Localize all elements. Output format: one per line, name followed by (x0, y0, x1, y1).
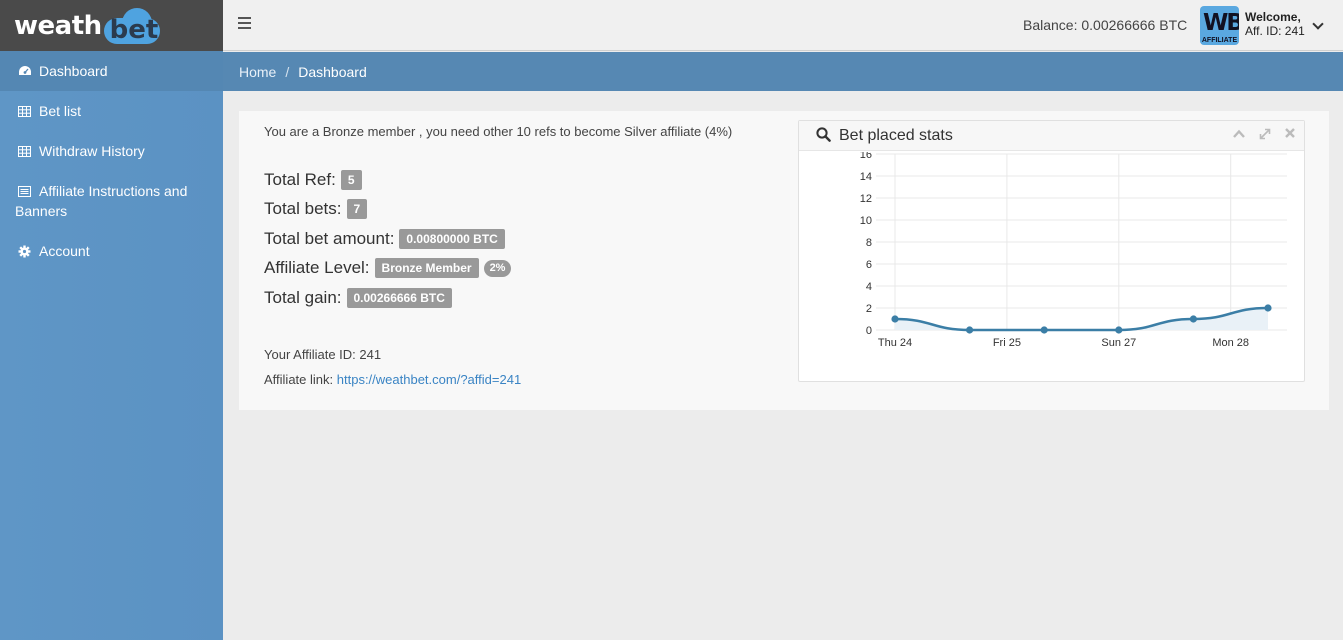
y-tick-label: 16 (860, 152, 872, 161)
y-tick-label: 12 (860, 193, 872, 205)
stat-total-bet-amount: Total bet amount: 0.00800000 BTC (264, 229, 505, 249)
total-ref-badge: 5 (340, 170, 362, 190)
list-icon (15, 181, 39, 201)
chevron-down-icon[interactable] (1312, 18, 1324, 30)
sidebar: weath bet Dashboard Bet list Withdraw Hi… (0, 0, 223, 640)
bet-stats-widget: Bet placed stats 0 2 4 6 8 10 12 14 16 Thu 24 Fri … (798, 120, 1305, 382)
y-tick-label: 14 (860, 171, 872, 183)
sidebar-item-label: Bet list (39, 103, 82, 119)
breadcrumb-home[interactable]: Home (239, 64, 276, 80)
stat-total-gain: Total gain: 0.00266666 BTC (264, 288, 452, 308)
affiliate-level-badge: Bronze Member (374, 258, 479, 278)
table-icon (15, 101, 39, 121)
dashboard-panel: You are a Bronze member , you need other… (239, 111, 1329, 410)
stat-label: Total Ref: (264, 170, 336, 189)
sidebar-item-withdraw-history[interactable]: Withdraw History (0, 131, 223, 171)
y-tick-label: 2 (866, 303, 872, 315)
breadcrumb: Home / Dashboard (223, 52, 1343, 91)
widget-tools (1232, 127, 1296, 141)
data-point (1115, 326, 1123, 334)
aff-id-text: Aff. ID: 241 (1245, 24, 1305, 38)
logo-cloud: bet (103, 6, 162, 46)
data-point (891, 315, 899, 323)
y-tick-label: 8 (866, 237, 872, 249)
stat-total-bets: Total bets: 7 (264, 199, 368, 219)
sidebar-item-affiliate-instructions[interactable]: Affiliate Instructions and Banners (0, 171, 223, 231)
x-tick-label: Mon 28 (1212, 337, 1249, 349)
data-point (1040, 326, 1048, 334)
avatar[interactable]: WB AFFILIATE (1200, 6, 1239, 45)
table-icon (15, 141, 39, 161)
y-tick-label: 6 (866, 259, 872, 271)
data-point (1264, 304, 1272, 312)
avatar-text: WB (1203, 10, 1239, 36)
sidebar-item-label: Affiliate Instructions and Banners (15, 183, 188, 219)
breadcrumb-separator: / (285, 63, 290, 80)
chevron-up-icon[interactable] (1232, 127, 1246, 141)
logo[interactable]: weath bet (0, 0, 223, 51)
stat-label: Affiliate Level: (264, 258, 370, 277)
sidebar-item-label: Withdraw History (39, 143, 145, 159)
search-icon (816, 126, 831, 145)
sidebar-item-account[interactable]: Account (0, 231, 223, 271)
breadcrumb-current: Dashboard (298, 63, 367, 80)
total-bet-amount-badge: 0.00800000 BTC (399, 229, 505, 249)
stat-total-ref: Total Ref: 5 (264, 170, 362, 190)
data-point (966, 326, 974, 334)
sidebar-item-bet-list[interactable]: Bet list (0, 91, 223, 131)
balance: Balance: 0.00266666 BTC (1023, 17, 1188, 33)
y-tick-label: 4 (866, 281, 872, 293)
dashboard-icon (15, 61, 39, 81)
affiliate-id: Your Affiliate ID: 241 (264, 347, 382, 362)
user-menu[interactable]: Welcome, Aff. ID: 241 (1245, 10, 1305, 38)
avatar-subtext: AFFILIATE (1201, 37, 1238, 44)
stat-label: Total bets: (264, 199, 342, 218)
sidebar-item-dashboard[interactable]: Dashboard (0, 51, 223, 91)
topbar: Balance: 0.00266666 BTC WB AFFILIATE Wel… (223, 0, 1343, 51)
sidebar-item-label: Dashboard (39, 63, 108, 79)
membership-notice: You are a Bronze member , you need other… (264, 124, 733, 139)
close-icon[interactable] (1284, 127, 1296, 141)
expand-icon[interactable] (1258, 127, 1272, 141)
y-tick-label: 10 (860, 215, 872, 227)
gear-icon (15, 241, 39, 261)
logo-text-left: weath (14, 10, 102, 41)
welcome-text: Welcome, (1245, 10, 1301, 24)
x-tick-label: Thu 24 (878, 337, 912, 349)
total-bets-badge: 7 (346, 199, 368, 219)
affiliate-link-label: Affiliate link: (264, 372, 334, 387)
affiliate-percent-badge: 2% (483, 259, 512, 277)
stat-label: Total gain: (264, 288, 342, 307)
affiliate-link-row: Affiliate link: https://weathbet.com/?af… (264, 372, 521, 387)
x-tick-label: Fri 25 (993, 337, 1021, 349)
stat-label: Total bet amount: (264, 229, 395, 248)
sidebar-item-label: Account (39, 243, 90, 259)
menu-toggle-icon[interactable] (238, 17, 251, 29)
y-tick-label: 0 (866, 325, 872, 337)
total-gain-badge: 0.00266666 BTC (346, 288, 452, 308)
data-point (1189, 315, 1197, 323)
affiliate-link[interactable]: https://weathbet.com/?affid=241 (337, 372, 521, 387)
logo-text-right: bet (109, 14, 159, 45)
x-tick-label: Sun 27 (1101, 337, 1136, 349)
bet-stats-chart: 0 2 4 6 8 10 12 14 16 Thu 24 Fri 25 Sun 27 Mon 28 (860, 152, 1287, 349)
stat-affiliate-level: Affiliate Level: Bronze Member 2% (264, 258, 512, 278)
widget-title: Bet placed stats (839, 126, 953, 144)
widget-header: Bet placed stats (799, 121, 1304, 151)
